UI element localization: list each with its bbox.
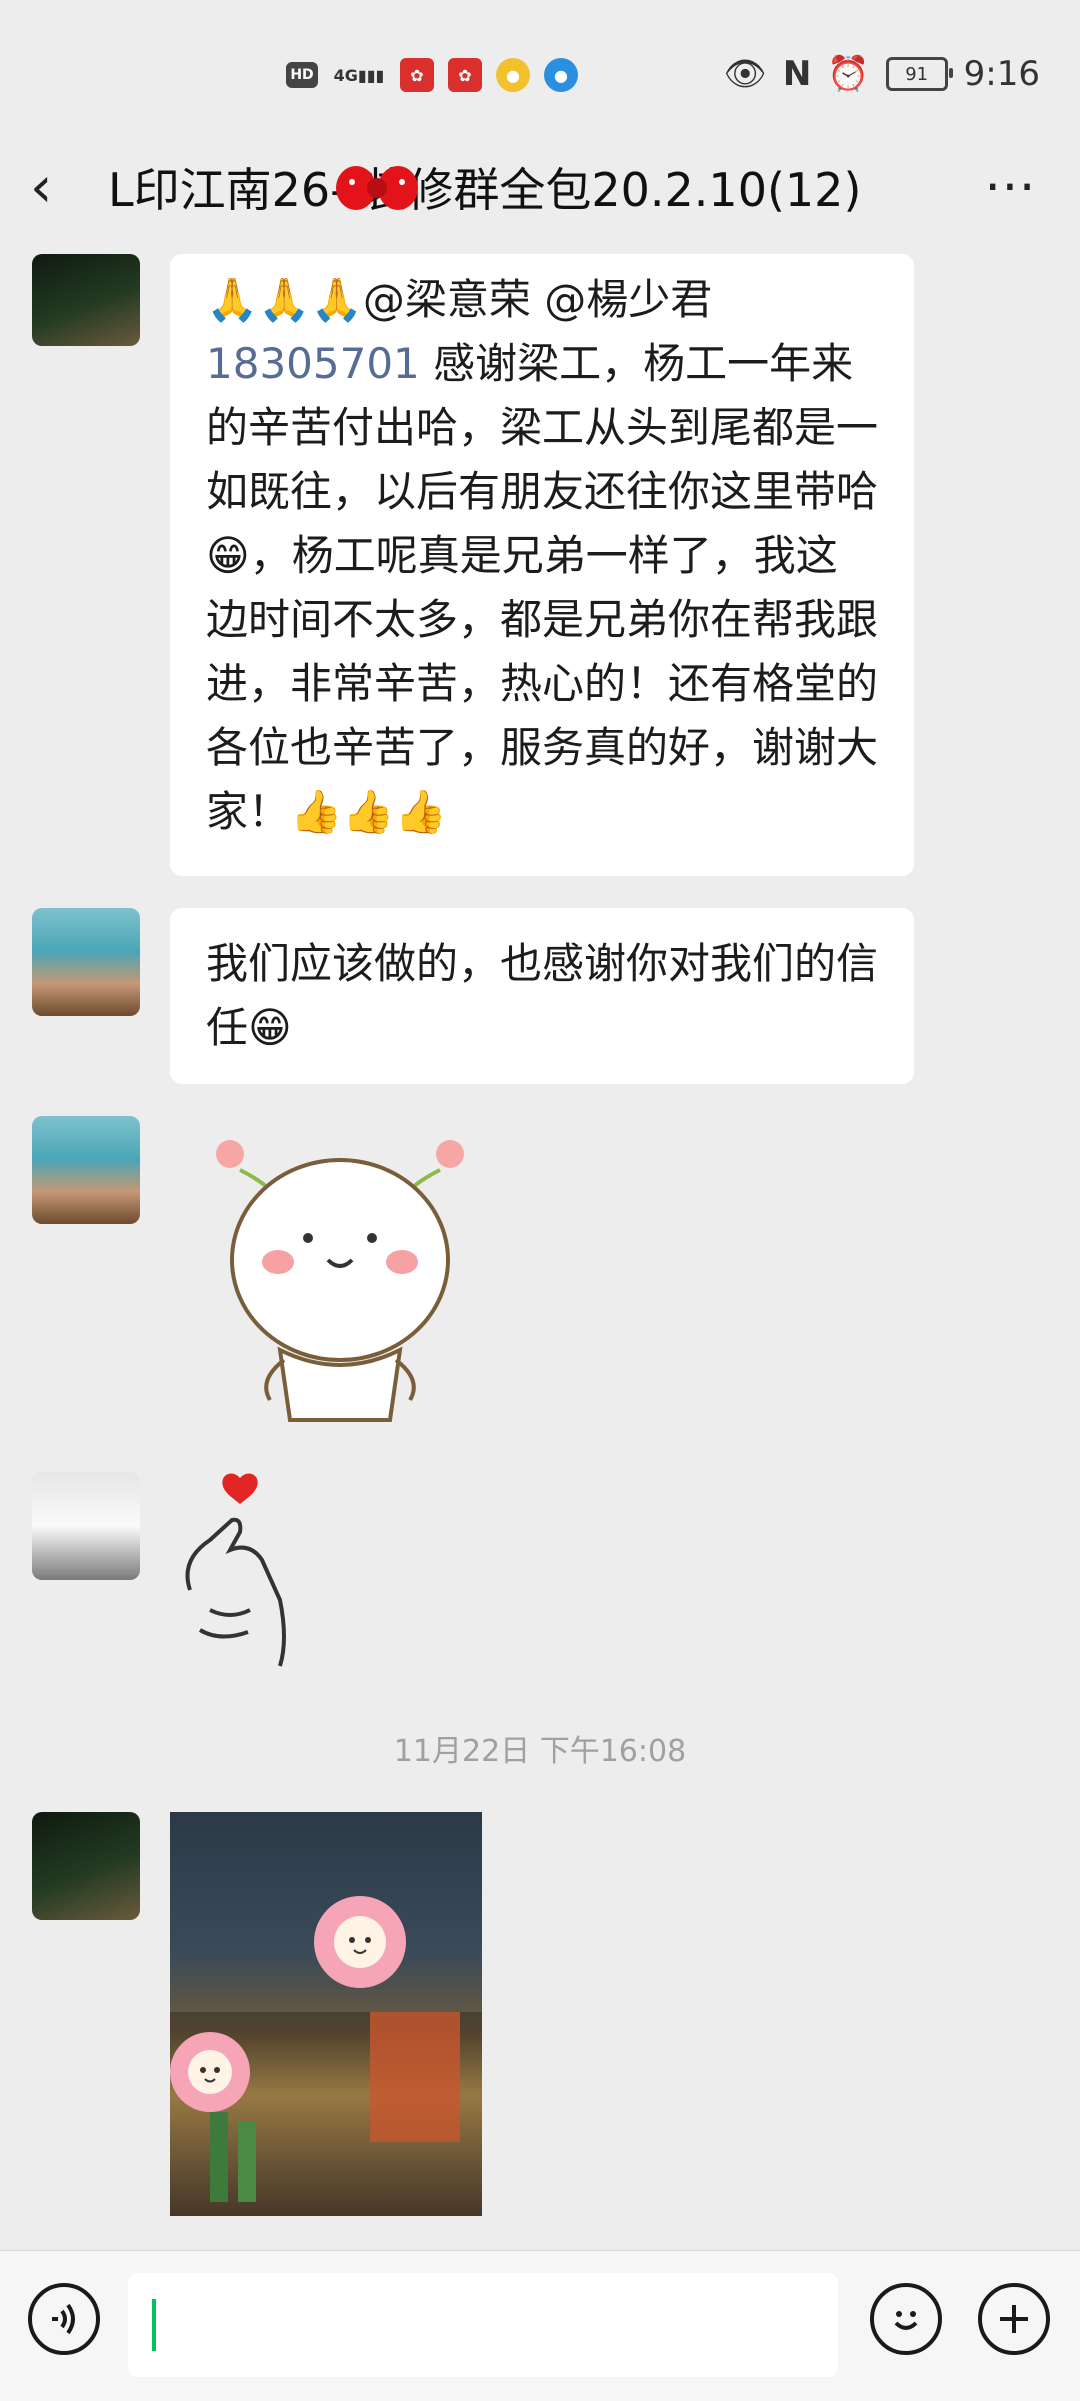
- emoji-icon[interactable]: [870, 2283, 942, 2355]
- avatar[interactable]: [32, 908, 140, 1016]
- cute-character-sticker[interactable]: [200, 1130, 480, 1440]
- prefix-emoji: 🙏🙏🙏: [206, 275, 363, 324]
- nfc-icon: N: [782, 54, 812, 94]
- battery-icon: 91: [885, 57, 953, 91]
- hd-icon: HD: [286, 62, 318, 88]
- chat-title: L印江南26- 装修群全包20.2.10(12): [108, 163, 862, 217]
- clock-time: 9:16: [963, 54, 1040, 94]
- message-timestamp: 11月22日 下午16:08: [393, 1734, 687, 1769]
- bow-decoration-icon: [334, 160, 420, 216]
- message-bubble[interactable]: 🙏🙏🙏@梁意荣 @楊少君 18305701 感谢梁工，杨工一年来的辛苦付出哈，梁…: [170, 254, 914, 876]
- plus-icon[interactable]: [978, 2283, 1050, 2355]
- message-text: 感谢梁工，杨工一年来的辛苦付出哈，梁工从头到尾都是一如既往，以后有朋友还往你这里…: [206, 339, 879, 836]
- status-icons-left: HD 4G ▮▮▮ ✿ ✿ ● ●: [286, 58, 578, 92]
- input-bar: [0, 2250, 1080, 2401]
- photo-message[interactable]: [170, 1812, 482, 2216]
- status-icons-right: 👁 N ⏰ 91 9:16: [724, 54, 1040, 94]
- mention-text: @梁意荣 @楊少君: [362, 275, 713, 324]
- more-options-button[interactable]: ⋯: [984, 156, 1040, 216]
- eye-icon: 👁: [723, 54, 767, 94]
- back-button[interactable]: ‹: [30, 158, 80, 218]
- avatar[interactable]: [32, 1812, 140, 1920]
- message-input[interactable]: [128, 2273, 838, 2377]
- blue-app-icon: ●: [544, 58, 578, 92]
- red-app-icon: ✿: [448, 58, 482, 92]
- alarm-icon: ⏰: [827, 54, 870, 94]
- avatar[interactable]: [32, 1116, 140, 1224]
- avatar[interactable]: [32, 1472, 140, 1580]
- signal-icon: 4G ▮▮▮: [333, 65, 385, 85]
- message-bubble[interactable]: 我们应该做的，也感谢你对我们的信任😁: [170, 908, 914, 1084]
- red-app-icon: ✿: [400, 58, 434, 92]
- message-text: 我们应该做的，也感谢你对我们的信任😁: [206, 939, 879, 1052]
- voice-icon[interactable]: [28, 2283, 100, 2355]
- status-bar: HD 4G ▮▮▮ ✿ ✿ ● ● 👁 N ⏰ 91 9:16: [0, 0, 1080, 130]
- avatar[interactable]: [32, 254, 140, 346]
- chat-header: ‹ L印江南26- 装修群全包20.2.10(12) ⋯: [0, 130, 1080, 250]
- yellow-app-icon: ●: [496, 58, 530, 92]
- text-caret: [152, 2299, 156, 2351]
- mention-number[interactable]: 18305701: [206, 339, 420, 388]
- finger-heart-sticker[interactable]: [170, 1470, 300, 1670]
